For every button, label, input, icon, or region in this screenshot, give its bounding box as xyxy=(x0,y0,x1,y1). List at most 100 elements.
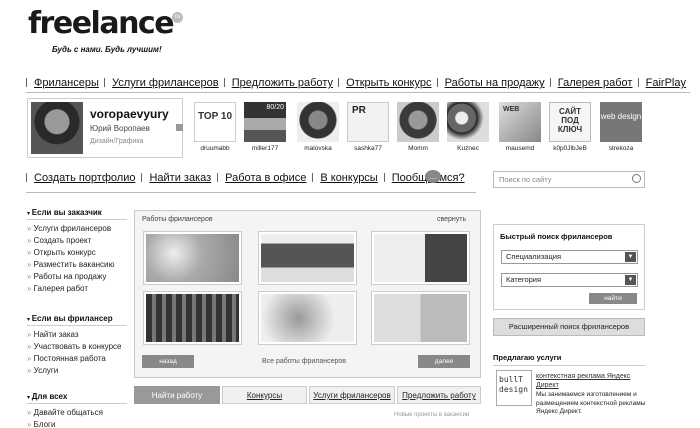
nav2-office-work[interactable]: Работа в офисе xyxy=(217,172,306,184)
quick-search-title: Быстрый поиск фрилансеров xyxy=(500,232,613,241)
tab-contests[interactable]: Конкурсы xyxy=(222,386,307,404)
chat-bubble-icon[interactable]: ... xyxy=(425,170,441,183)
freelancer-thumb[interactable]: web design strekoza xyxy=(598,100,644,158)
freelancer-avatar: САЙТ ПОД КЛЮЧ xyxy=(549,102,591,142)
freelancer-avatar: PR xyxy=(347,102,389,142)
nav2-divider xyxy=(26,192,476,193)
dropdown-arrow-icon[interactable]: ▼ xyxy=(625,252,636,262)
specialization-select-value: Специализация xyxy=(506,252,562,261)
sidebar-item[interactable]: Услуги xyxy=(27,365,127,377)
profile-avatar[interactable] xyxy=(31,102,83,154)
work-thumbnail[interactable] xyxy=(371,291,470,345)
sidebar-item[interactable]: Участвовать в конкурсе xyxy=(27,341,127,353)
sidebar-item[interactable]: Галерея работ xyxy=(27,283,127,295)
freelancer-thumb[interactable]: TOP 10 druumabb xyxy=(192,100,238,158)
sidebar-item[interactable]: Работы на продажу xyxy=(27,271,127,283)
nav2-chat[interactable]: Пообщаемся? xyxy=(384,172,465,184)
sidebar-item[interactable]: Постоянная работа xyxy=(27,353,127,365)
nav-works-for-sale[interactable]: Работы на продажу xyxy=(437,77,545,89)
sidebar-item[interactable]: Создать проект xyxy=(27,235,127,247)
work-thumbnail[interactable] xyxy=(258,231,357,285)
nav2-create-portfolio[interactable]: Создать портфолио xyxy=(26,172,135,184)
advanced-search-button[interactable]: Расширенный поиск фрилансеров xyxy=(493,318,645,336)
work-thumbnail[interactable] xyxy=(143,291,242,345)
tab-offer-work[interactable]: Предложить работу xyxy=(397,386,481,404)
freelancer-name[interactable]: malovska xyxy=(295,145,341,152)
profile-next-icon[interactable] xyxy=(176,124,183,131)
freelancer-name[interactable]: miller177 xyxy=(242,145,288,152)
offer-services-title: Предлагаю услуги xyxy=(493,353,562,362)
freelancer-thumb[interactable]: PR sashka77 xyxy=(345,100,391,158)
freelancer-avatar: 80/20 xyxy=(244,102,286,142)
freelancer-avatar: WEB xyxy=(499,102,541,142)
freelancer-name[interactable]: druumabb xyxy=(192,145,238,152)
offer-divider xyxy=(493,365,645,366)
secondary-nav: Создать портфолио Найти заказ Работа в о… xyxy=(26,172,465,184)
sidebar-all-title[interactable]: Для всех xyxy=(27,392,127,404)
nav2-find-order[interactable]: Найти заказ xyxy=(141,172,211,184)
sidebar-item[interactable]: Давайте общаться xyxy=(27,407,127,419)
nav-offer-work[interactable]: Предложить работу xyxy=(224,77,333,89)
sidebar-employer-title[interactable]: Если вы заказчик xyxy=(27,208,127,220)
site-slogan: Будь с нами. Будь лучшим! xyxy=(52,45,162,54)
dropdown-arrow-icon[interactable]: ▼ xyxy=(625,275,636,285)
sidebar-all: Для всех Давайте общаться Блоги xyxy=(27,392,127,428)
site-search-input[interactable]: Поиск по сайту xyxy=(493,171,645,188)
freelancer-thumb[interactable]: 80/20 miller177 xyxy=(242,100,288,158)
works-collapse-link[interactable]: свернуть xyxy=(437,216,466,223)
new-projects-label: Новые проекты в вакансии xyxy=(394,412,470,418)
sidebar-freelancer-title[interactable]: Если вы фрилансер xyxy=(27,314,127,326)
offer-logo[interactable]: bullT design xyxy=(496,370,532,406)
nav-gallery[interactable]: Галерея работ xyxy=(550,77,633,89)
freelancer-thumb[interactable]: WEB mausemd xyxy=(497,100,543,158)
works-panel-title: Работы фрилансеров xyxy=(142,216,213,223)
find-freelancers-button[interactable]: найти xyxy=(589,293,637,304)
site-logo[interactable]: freelance xyxy=(28,6,175,41)
freelancer-name[interactable]: sashka77 xyxy=(345,145,391,152)
freelancer-avatar: web design xyxy=(600,102,642,142)
specialization-select[interactable]: Специализация ▼ xyxy=(501,250,638,264)
freelancer-name[interactable]: strekoza xyxy=(598,145,644,152)
sidebar-employer: Если вы заказчик Услуги фрилансеров Созд… xyxy=(27,208,127,295)
freelancer-avatar xyxy=(297,102,339,142)
category-select-value: Категория xyxy=(506,275,542,284)
works-next-button[interactable]: далее xyxy=(418,355,470,368)
sidebar-item[interactable]: Блоги xyxy=(27,419,127,428)
freelancer-name[interactable]: mausemd xyxy=(497,145,543,152)
profile-username[interactable]: voropaevyury xyxy=(90,107,169,121)
nav-freelancer-services[interactable]: Услуги фрилансеров xyxy=(104,77,219,89)
freelancer-name[interactable]: k0p0JlbJeB xyxy=(547,145,593,152)
sidebar-item[interactable]: Разместить вакансию xyxy=(27,259,127,271)
work-thumbnail[interactable] xyxy=(258,291,357,345)
profile-card[interactable]: voropaevyury Юрий Воропаев Дизайн/График… xyxy=(27,98,183,158)
main-nav: Фрилансеры Услуги фрилансеров Предложить… xyxy=(26,77,686,89)
logo-ru-badge: ru xyxy=(172,12,183,23)
sidebar-item[interactable]: Услуги фрилансеров xyxy=(27,223,127,235)
nav-freelancers[interactable]: Фрилансеры xyxy=(26,77,99,89)
sidebar-item[interactable]: Найти заказ xyxy=(27,329,127,341)
freelancer-avatar: TOP 10 xyxy=(194,102,236,142)
works-back-button[interactable]: назад xyxy=(142,355,194,368)
profile-specialization: Дизайн/Графика xyxy=(90,138,144,145)
freelancer-avatar xyxy=(447,102,489,142)
work-thumbnail[interactable] xyxy=(371,231,470,285)
offer-description: Мы занимаемся изготовлением и размещение… xyxy=(536,391,646,415)
search-icon[interactable] xyxy=(632,174,641,183)
freelancer-name[interactable]: Momm xyxy=(395,145,441,152)
freelancer-name[interactable]: Kuznec xyxy=(445,145,491,152)
sidebar-item[interactable]: Открыть конкурс xyxy=(27,247,127,259)
all-works-link[interactable]: Все работы фрилансеров xyxy=(262,358,346,365)
freelancer-thumb[interactable]: Momm xyxy=(395,100,441,158)
category-select[interactable]: Категория ▼ xyxy=(501,273,638,287)
work-thumbnail[interactable] xyxy=(143,231,242,285)
tab-find-work[interactable]: Найти работу xyxy=(134,386,220,404)
freelancer-thumb[interactable]: Kuznec xyxy=(445,100,491,158)
freelancer-thumb[interactable]: САЙТ ПОД КЛЮЧ k0p0JlbJeB xyxy=(547,100,593,158)
offer-link[interactable]: контекстная реклама Яндекс Директ xyxy=(536,372,646,390)
nav-open-contest[interactable]: Открыть конкурс xyxy=(338,77,431,89)
profile-realname: Юрий Воропаев xyxy=(90,124,150,133)
freelancer-thumb[interactable]: malovska xyxy=(295,100,341,158)
tab-freelancer-services[interactable]: Услуги фрилансеров xyxy=(309,386,395,404)
nav-fairplay[interactable]: FairPlay xyxy=(638,77,686,89)
nav2-contests[interactable]: В конкурсы xyxy=(312,172,377,184)
